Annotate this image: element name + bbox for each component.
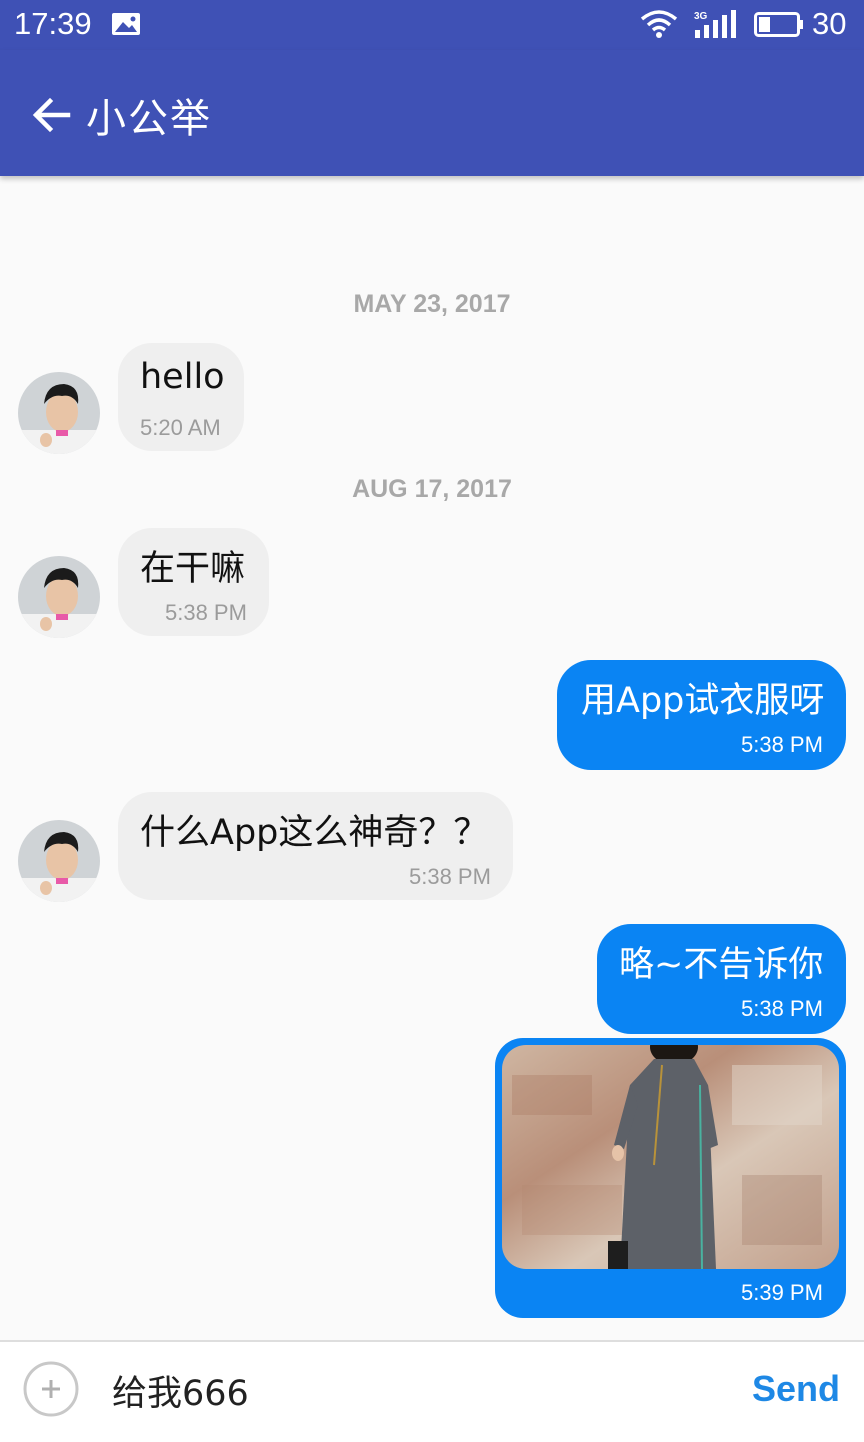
- chat-title: 小公举: [86, 96, 212, 142]
- wifi-icon: [640, 10, 678, 38]
- message-bubble-incoming[interactable]: 什么App这么神奇？？ 5:38 PM: [118, 792, 513, 900]
- date-separator: MAY 23, 2017: [353, 290, 511, 318]
- message-text: 略~不告诉你: [619, 945, 824, 985]
- arrow-back-icon[interactable]: [30, 94, 72, 136]
- message-bubble-outgoing[interactable]: 用App试衣服呀 5:38 PM: [557, 660, 846, 770]
- status-time: 17:39: [14, 6, 92, 41]
- contact-avatar-image: [18, 372, 100, 454]
- photo-image: [502, 1045, 839, 1269]
- message-time: 5:39 PM: [741, 1280, 823, 1305]
- message-bubble-incoming[interactable]: 在干嘛 5:38 PM: [118, 528, 269, 636]
- message-time: 5:38 PM: [741, 996, 823, 1021]
- battery-icon: [754, 12, 803, 37]
- message-bubble-incoming[interactable]: hello 5:20 AM: [118, 343, 244, 451]
- avatar[interactable]: [18, 820, 100, 902]
- message-text: hello: [140, 357, 225, 397]
- avatar[interactable]: [18, 372, 100, 454]
- woman-in-grey-dress-photo[interactable]: [502, 1045, 839, 1269]
- avatar[interactable]: [18, 556, 100, 638]
- message-text: 在干嘛: [140, 549, 246, 589]
- message-text: 什么App这么神奇？？: [140, 813, 489, 853]
- message-time: 5:38 PM: [165, 600, 247, 625]
- contact-avatar-image: [18, 820, 100, 902]
- plus-circle-icon[interactable]: [22, 1360, 80, 1418]
- message-input[interactable]: [112, 1364, 732, 1416]
- date-separator: AUG 17, 2017: [352, 475, 512, 503]
- message-time: 5:38 PM: [741, 732, 823, 757]
- send-button[interactable]: Send: [752, 1368, 840, 1410]
- toolbar: 小公举: [0, 50, 864, 176]
- message-time: 5:20 AM: [140, 415, 221, 440]
- image-notification-icon: [112, 13, 140, 35]
- cellular-signal-icon: 3G: [694, 10, 736, 38]
- contact-avatar-image: [18, 556, 100, 638]
- message-bubble-outgoing-image[interactable]: 5:39 PM: [495, 1038, 846, 1318]
- network-type-label: 3G: [694, 11, 708, 22]
- status-bar: 17:39 3G 30: [0, 0, 864, 50]
- message-composer: Send: [0, 1340, 864, 1442]
- message-time: 5:38 PM: [409, 864, 491, 889]
- battery-level: 30: [812, 6, 847, 41]
- message-text: 用App试衣服呀: [581, 681, 825, 721]
- message-bubble-outgoing[interactable]: 略~不告诉你 5:38 PM: [597, 924, 846, 1034]
